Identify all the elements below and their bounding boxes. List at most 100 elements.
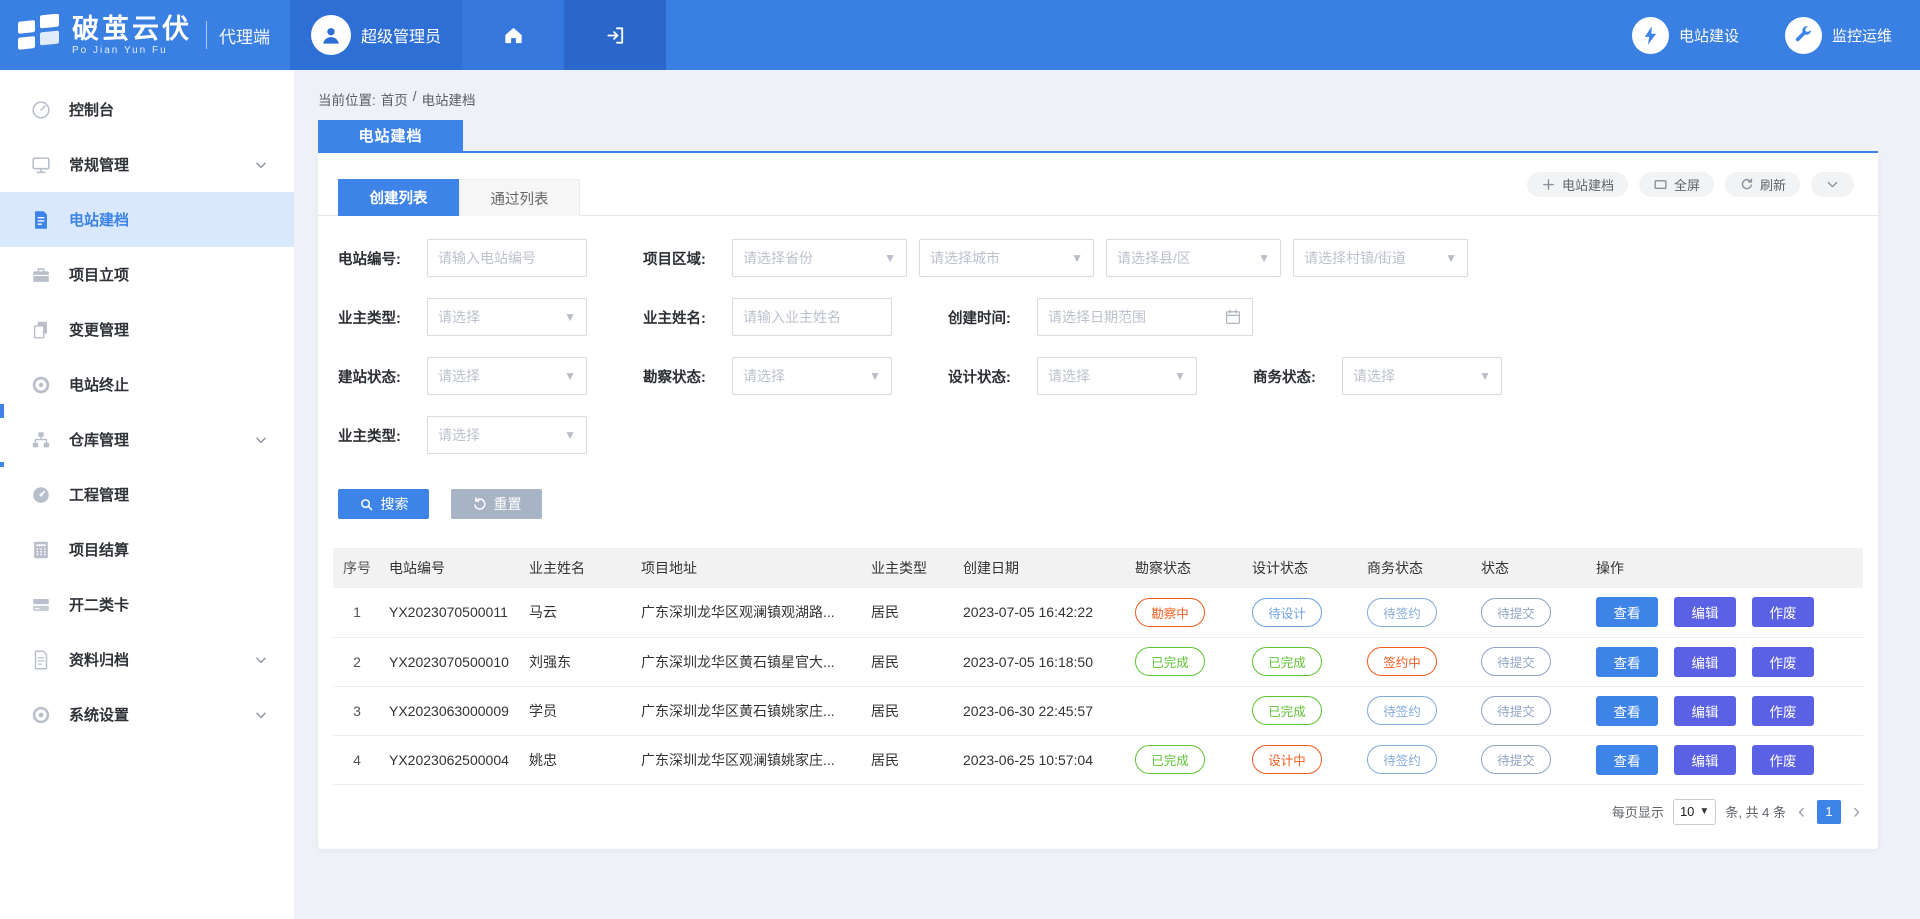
filter-select[interactable]: 请选择▼ xyxy=(427,416,587,454)
user-name: 超级管理员 xyxy=(361,23,441,47)
cell-station-code: YX2023062500004 xyxy=(381,735,521,784)
cell-seq: 2 xyxy=(333,637,381,686)
cell-actions: 查看编辑作废 xyxy=(1588,637,1863,686)
filter-form: 电站编号:项目区域:请选择省份▼请选择城市▼请选择县/区▼请选择村镇/街道▼业主… xyxy=(318,216,1878,454)
void-button[interactable]: 作废 xyxy=(1752,597,1814,627)
filter-text-input[interactable] xyxy=(427,239,587,277)
filter-select[interactable]: 请选择▼ xyxy=(427,298,587,336)
list-tab-0[interactable]: 创建列表 xyxy=(338,179,459,216)
sidebar-menu: 控制台常规管理电站建档项目立项变更管理电站终止仓库管理工程管理项目结算开二类卡资… xyxy=(0,82,294,742)
filter-select[interactable]: 请选择▼ xyxy=(1037,357,1197,395)
status-badge: 待签约 xyxy=(1367,696,1437,725)
lightning-icon xyxy=(1640,25,1661,46)
refresh-icon xyxy=(1739,177,1754,192)
sidebar-item-dashboard[interactable]: 控制台 xyxy=(0,82,294,137)
region-select[interactable]: 请选择村镇/街道▼ xyxy=(1293,239,1468,277)
view-button[interactable]: 查看 xyxy=(1596,647,1658,677)
sidebar-item-archive[interactable]: 资料归档 xyxy=(0,632,294,687)
sidebar-item-sitemap[interactable]: 仓库管理 xyxy=(0,412,294,467)
edit-button[interactable]: 编辑 xyxy=(1674,745,1736,775)
chevron-down-icon xyxy=(254,433,268,447)
edit-button[interactable]: 编辑 xyxy=(1674,647,1736,677)
view-button[interactable]: 查看 xyxy=(1596,696,1658,726)
view-button[interactable]: 查看 xyxy=(1596,745,1658,775)
toolbar-plus-button[interactable]: 电站建档 xyxy=(1527,172,1628,197)
cell-station-code: YX2023063000009 xyxy=(381,686,521,735)
current-page-button[interactable]: 1 xyxy=(1817,800,1841,824)
select-caret-icon: ▼ xyxy=(884,251,896,265)
home-button[interactable] xyxy=(462,0,564,70)
cell-address: 广东深圳龙华区黄石镇星官大... xyxy=(633,637,863,686)
logout-button[interactable] xyxy=(564,0,666,70)
filter-group: 项目区域:请选择省份▼请选择城市▼请选择县/区▼请选择村镇/街道▼ xyxy=(643,239,1468,277)
view-button[interactable]: 查看 xyxy=(1596,597,1658,627)
breadcrumb-prefix: 当前位置: xyxy=(318,89,376,109)
date-range-input[interactable]: 请选择日期范围 xyxy=(1037,298,1253,336)
cell-owner-type: 居民 xyxy=(863,637,955,686)
reset-button[interactable]: 重置 xyxy=(451,489,542,519)
breadcrumb-home-link[interactable]: 首页 xyxy=(381,89,408,109)
column-header: 电站编号 xyxy=(381,548,521,588)
filter-select[interactable]: 请选择▼ xyxy=(732,357,892,395)
sidebar-item-briefcase[interactable]: 项目立项 xyxy=(0,247,294,302)
region-select[interactable]: 请选择城市▼ xyxy=(919,239,1094,277)
sidebar-item-gauge[interactable]: 工程管理 xyxy=(0,467,294,522)
sidebar-item-target[interactable]: 电站终止 xyxy=(0,357,294,412)
target-icon xyxy=(30,374,52,396)
sidebar-item-label: 仓库管理 xyxy=(69,429,254,450)
toolbar-more-button[interactable] xyxy=(1811,172,1854,197)
search-button[interactable]: 搜索 xyxy=(338,489,429,519)
filter-select[interactable]: 请选择▼ xyxy=(427,357,587,395)
mode-icon-circle xyxy=(1632,17,1669,54)
header-mode-monitor-ops[interactable]: 监控运维 xyxy=(1785,17,1892,54)
toolbar-fullscreen-button[interactable]: 全屏 xyxy=(1639,172,1714,197)
page-size-select[interactable]: 10 ▼ xyxy=(1673,799,1716,825)
page-tab-station-archive[interactable]: 电站建档 xyxy=(318,120,463,151)
sidebar-item-label: 常规管理 xyxy=(69,154,254,175)
void-button[interactable]: 作废 xyxy=(1752,696,1814,726)
sidebar-item-gear[interactable]: 系统设置 xyxy=(0,687,294,742)
sidebar-item-calculator[interactable]: 项目结算 xyxy=(0,522,294,577)
main-content: 当前位置: 首页 / 电站建档 电站建档 创建列表通过列表电站建档全屏刷新 电站… xyxy=(294,70,1920,919)
sidebar-item-doc[interactable]: 电站建档 xyxy=(0,192,294,247)
list-tab-1[interactable]: 通过列表 xyxy=(459,179,580,216)
select-caret-icon: ▼ xyxy=(564,369,576,383)
toolbar-refresh-button[interactable]: 刷新 xyxy=(1725,172,1800,197)
cell-station-code: YX2023070500010 xyxy=(381,637,521,686)
wrench-icon xyxy=(1793,25,1813,45)
edit-button[interactable]: 编辑 xyxy=(1674,597,1736,627)
mode-label: 监控运维 xyxy=(1832,25,1892,46)
edit-button[interactable]: 编辑 xyxy=(1674,696,1736,726)
breadcrumb-separator: / xyxy=(413,89,417,109)
cell-business-status: 签约中 xyxy=(1359,637,1473,686)
sidebar-item-monitor[interactable]: 常规管理 xyxy=(0,137,294,192)
total-count-label: 条, 共 4 条 xyxy=(1725,802,1786,821)
status-badge: 已完成 xyxy=(1135,647,1205,676)
sidebar-item-card[interactable]: 开二类卡 xyxy=(0,577,294,632)
filter-label: 设计状态: xyxy=(948,366,1037,387)
column-header: 设计状态 xyxy=(1244,548,1359,588)
sidebar-scrollbar-thumb[interactable] xyxy=(0,404,4,418)
status-badge: 待提交 xyxy=(1481,598,1551,627)
header-mode-station-build[interactable]: 电站建设 xyxy=(1632,17,1739,54)
cell-design-status: 已完成 xyxy=(1244,686,1359,735)
region-select[interactable]: 请选择县/区▼ xyxy=(1106,239,1281,277)
next-page-icon[interactable]: › xyxy=(1850,802,1863,822)
filter-select[interactable]: 请选择▼ xyxy=(1342,357,1502,395)
cell-actions: 查看编辑作废 xyxy=(1588,588,1863,637)
user-menu[interactable]: 超级管理员 xyxy=(290,0,462,70)
sidebar-item-label: 变更管理 xyxy=(69,319,268,340)
prev-page-icon[interactable]: ‹ xyxy=(1795,802,1808,822)
reset-button-label: 重置 xyxy=(494,494,522,514)
toolbar-button-label: 刷新 xyxy=(1760,175,1786,194)
filter-text-input[interactable] xyxy=(732,298,892,336)
void-button[interactable]: 作废 xyxy=(1752,647,1814,677)
sidebar-item-label: 控制台 xyxy=(69,99,268,120)
column-header: 业主类型 xyxy=(863,548,955,588)
region-select[interactable]: 请选择省份▼ xyxy=(732,239,907,277)
void-button[interactable]: 作废 xyxy=(1752,745,1814,775)
sidebar-item-copy[interactable]: 变更管理 xyxy=(0,302,294,357)
sidebar-scrollbar-mark xyxy=(0,462,4,467)
cell-address: 广东深圳龙华区黄石镇姚家庄... xyxy=(633,686,863,735)
fullscreen-icon xyxy=(1653,177,1668,192)
